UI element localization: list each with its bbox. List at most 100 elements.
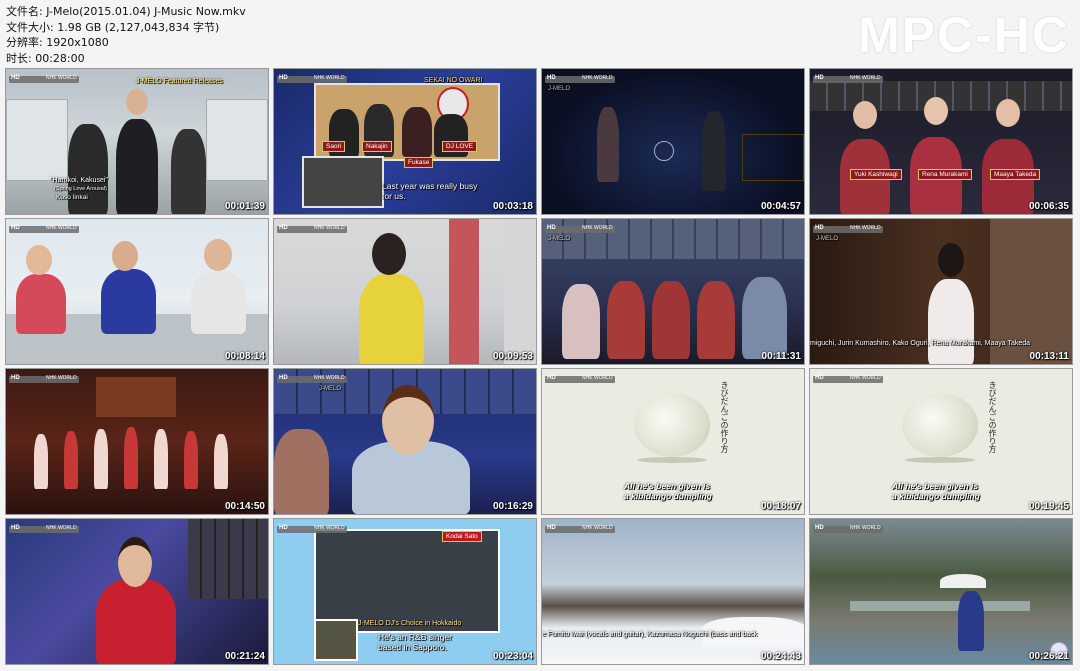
network-logo: NHK WORLD (46, 75, 77, 81)
vertical-title: きびだんごの作り方 (988, 381, 997, 453)
hd-badge: HD (815, 225, 824, 231)
timestamp: 00:04:57 (760, 201, 801, 212)
thumbnail[interactable]: HD NHK WORLD Kodai Sato J-MELO DJ's Choi… (273, 518, 537, 665)
caption-line: He's an R&B singer (378, 632, 452, 642)
network-logo: NHK WORLD (850, 75, 881, 81)
network-logo: NHK WORLD (314, 375, 345, 381)
caption-line: Last year was really busy (382, 181, 478, 191)
timestamp: 00:26:21 (1028, 651, 1069, 662)
thumbnail[interactable]: きびだんごの作り方 HD NHK WORLD All he's been giv… (809, 368, 1073, 515)
hd-badge: HD (815, 75, 824, 81)
timestamp: 00:01:39 (224, 201, 265, 212)
timestamp: 00:03:18 (492, 201, 533, 212)
network-logo: NHK WORLD (582, 525, 613, 531)
hd-badge: HD (11, 525, 20, 531)
hd-badge: HD (815, 375, 824, 381)
thumbnail[interactable]: HD NHK WORLD Yuki Kashiwagi Rena Murakam… (809, 68, 1073, 215)
timestamp: 00:19:45 (1028, 501, 1069, 512)
thumbnail[interactable]: HD NHK WORLD J-MELO 00:04:57 (541, 68, 805, 215)
hd-badge: HD (547, 525, 556, 531)
hd-badge: HD (547, 75, 556, 81)
network-logo: NHK WORLD (850, 375, 881, 381)
hd-badge: HD (547, 225, 556, 231)
caption-line: "Harukoi, Kakusei" (50, 177, 108, 184)
thumbnail[interactable]: HD NHK WORLD 00:21:24 (5, 518, 269, 665)
hd-badge: HD (11, 375, 20, 381)
thumbnail-grid: HD NHK WORLD J-MELO Featured Releases "H… (5, 68, 1075, 666)
thumbnail[interactable]: HD NHK WORLD 00:14:50 (5, 368, 269, 515)
thumbnail[interactable]: HD NHK WORLD J-MELO 00:11:31 (541, 218, 805, 365)
timestamp: 00:11:31 (761, 351, 801, 362)
name-tag: Saori (322, 141, 346, 152)
caption-title: J-MELO (319, 386, 342, 392)
caption-line: a kibidango dumpling (892, 491, 980, 501)
network-logo: NHK WORLD (582, 225, 613, 231)
caption-line: All he's been given is (624, 481, 711, 491)
timestamp: 00:18:07 (760, 501, 801, 512)
caption-line: miguchi, Jurin Kumashiro, Kako Oguri, Re… (810, 340, 1031, 347)
hd-badge: HD (279, 75, 288, 81)
vertical-title: きびだんごの作り方 (720, 381, 729, 453)
hd-badge: HD (279, 375, 288, 381)
timestamp: 00:21:24 (224, 651, 265, 662)
filesize-text: 文件大小: 1.98 GB (2,127,043,834 字节) (6, 20, 220, 34)
timestamp: 00:14:50 (224, 501, 265, 512)
caption-line: J-MELO DJ's Choice in Hokkaido (358, 620, 462, 627)
thumbnail[interactable]: HD NHK WORLD 00:09:53 (273, 218, 537, 365)
name-tag: Maaya Takeda (990, 169, 1041, 180)
thumbnail[interactable]: HD NHK WORLD 00:26:21 (809, 518, 1073, 665)
network-logo: NHK WORLD (582, 75, 613, 81)
thumbnail[interactable]: HD NHK WORLD SEKAI NO OWARI Saori Nakaji… (273, 68, 537, 215)
thumbnail[interactable]: きびだんごの作り方 HD NHK WORLD All he's been giv… (541, 368, 805, 515)
thumbnail[interactable]: HD NHK WORLD J-MELO miguchi, Jurin Kumas… (809, 218, 1073, 365)
thumbnail[interactable]: HD NHK WORLD J-MELO Featured Releases "H… (5, 68, 269, 215)
caption-title: J-MELO (548, 86, 571, 92)
caption-line: All he's been given is (892, 481, 979, 491)
network-logo: NHK WORLD (314, 525, 345, 531)
name-tag: Rena Murakami (918, 169, 972, 180)
timestamp: 00:06:35 (1028, 201, 1069, 212)
caption-title: J-MELO (548, 236, 571, 242)
caption-line: e Fumito Iwai (vocals and guitar), Kazum… (542, 631, 758, 638)
hd-badge: HD (11, 75, 20, 81)
caption-line: (Spring Love Arousal) (54, 186, 107, 192)
hd-badge: HD (11, 225, 20, 231)
caption-line: based in Sapporo. (378, 642, 447, 652)
hd-badge: HD (815, 525, 824, 531)
name-tag: DJ LOVE (442, 141, 478, 152)
caption-title: SEKAI NO OWARI (424, 77, 483, 84)
thumbnail[interactable]: HD NHK WORLD J-MELO 00:16:29 (273, 368, 537, 515)
duration-text: 时长: 00:28:00 (6, 51, 85, 65)
thumbnail[interactable]: HD NHK WORLD e Fumito Iwai (vocals and g… (541, 518, 805, 665)
caption-line: Kuso Iinkai (56, 194, 88, 201)
network-logo: NHK WORLD (46, 225, 77, 231)
hd-badge: HD (547, 375, 556, 381)
name-tag: Kodai Sato (442, 531, 482, 542)
network-logo: NHK WORLD (46, 375, 77, 381)
hd-badge: HD (279, 525, 288, 531)
mpc-hc-watermark: MPC-HC (858, 7, 1070, 63)
network-logo: NHK WORLD (46, 525, 77, 531)
thumbnail[interactable]: HD NHK WORLD 00:08:14 (5, 218, 269, 365)
timestamp: 00:09:53 (492, 351, 533, 362)
network-logo: NHK WORLD (850, 525, 881, 531)
network-logo: NHK WORLD (582, 375, 613, 381)
filename-text: 文件名: J-Melo(2015.01.04) J-Music Now.mkv (6, 5, 246, 18)
caption-title: J-MELO Featured Releases (136, 78, 223, 85)
timestamp: 00:13:11 (1029, 351, 1069, 362)
caption-line: for us. (382, 191, 406, 201)
timestamp: 00:16:29 (492, 501, 533, 512)
network-logo: NHK WORLD (314, 75, 345, 81)
timestamp: 00:23:04 (492, 651, 533, 662)
hd-badge: HD (279, 225, 288, 231)
caption-title: J-MELO (816, 236, 839, 242)
resolution-text: 分辨率: 1920x1080 (6, 36, 109, 49)
name-tag: Yuki Kashiwagi (850, 169, 902, 180)
file-info: 文件名: J-Melo(2015.01.04) J-Music Now.mkv … (6, 4, 246, 66)
caption-line: a kibidango dumpling (624, 491, 712, 501)
timestamp: 00:24:43 (760, 651, 801, 662)
name-tag: Nakajin (362, 141, 392, 152)
network-logo: NHK WORLD (314, 225, 345, 231)
name-tag: Fukase (404, 157, 434, 168)
network-logo: NHK WORLD (850, 225, 881, 231)
